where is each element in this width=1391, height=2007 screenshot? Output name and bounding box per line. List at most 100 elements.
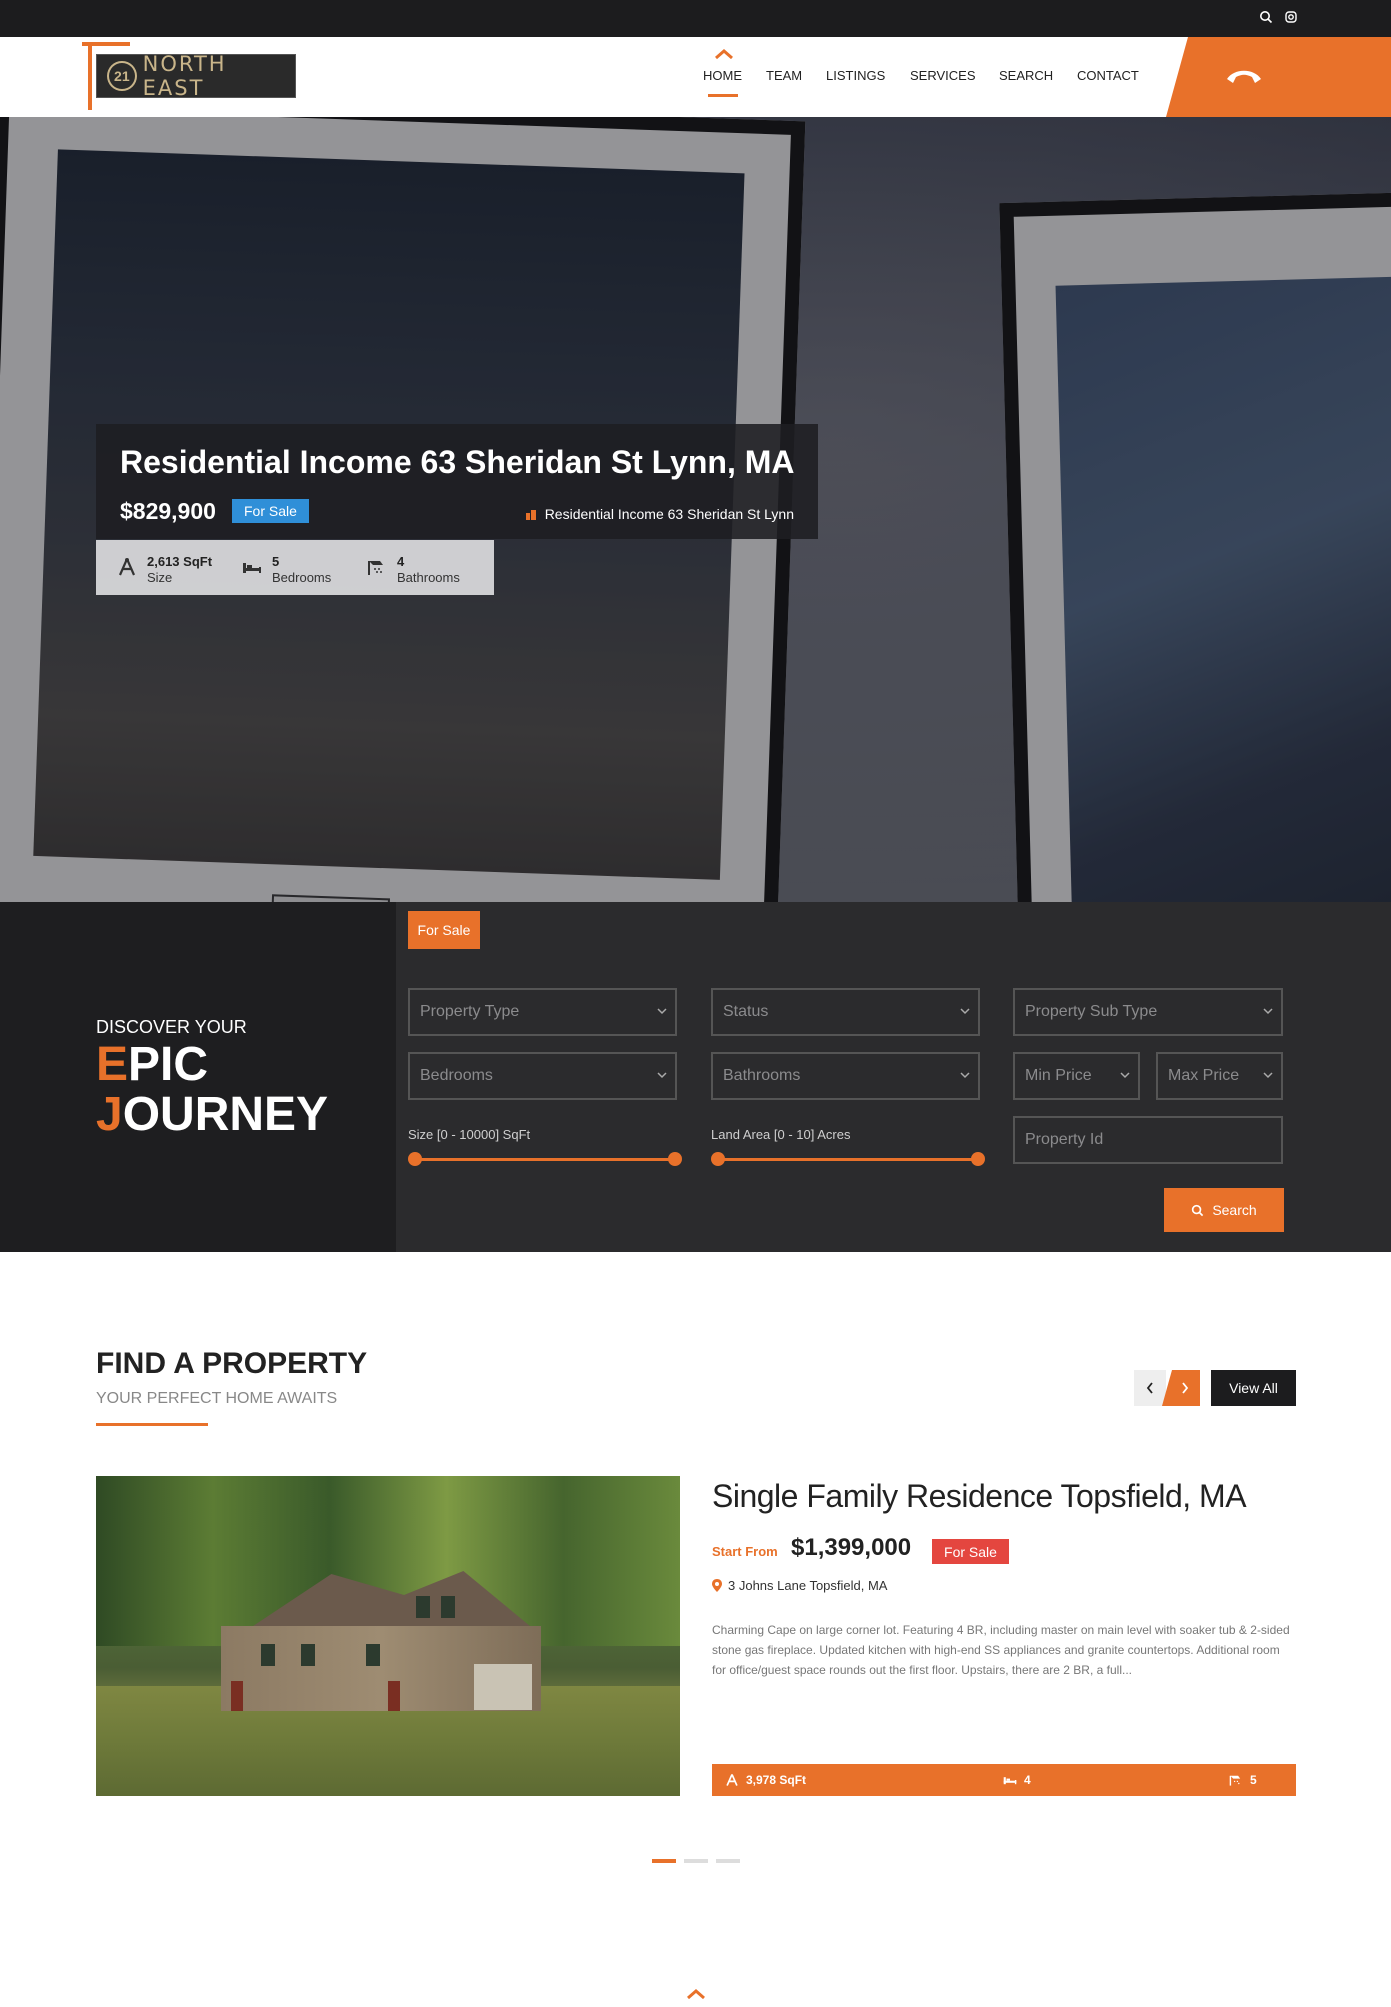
listing-stat-value: 3,978 SqFt bbox=[746, 1773, 807, 1787]
view-all-button[interactable]: View All bbox=[1211, 1370, 1296, 1406]
listing-stat-baths: 5 bbox=[1228, 1773, 1257, 1787]
listing-description: Charming Cape on large corner lot. Featu… bbox=[712, 1623, 1290, 1677]
chevron-up-icon bbox=[715, 49, 733, 60]
phone-button[interactable] bbox=[1166, 37, 1391, 117]
chevron-down-icon bbox=[657, 1072, 667, 1079]
listing-stat-value: 4 bbox=[1024, 1773, 1031, 1787]
listing-stat-beds: 4 bbox=[1002, 1773, 1031, 1787]
section-title: FIND A PROPERTY bbox=[96, 1347, 368, 1380]
carousel-dot[interactable] bbox=[684, 1859, 708, 1863]
select-value: Min Price bbox=[1025, 1067, 1092, 1084]
photo-window bbox=[261, 1644, 275, 1666]
chevron-right-icon bbox=[1182, 1382, 1189, 1394]
photo-window bbox=[301, 1644, 315, 1666]
size-range-track bbox=[415, 1158, 675, 1161]
search-button[interactable]: Search bbox=[1164, 1188, 1284, 1232]
carousel-dot[interactable] bbox=[652, 1859, 676, 1863]
building-icon bbox=[525, 509, 536, 520]
chevron-left-icon bbox=[1146, 1382, 1153, 1394]
input-placeholder: Property Id bbox=[1025, 1131, 1104, 1148]
headline-accent-letter: J bbox=[96, 1088, 123, 1141]
headline-word: OURNEY bbox=[122, 1088, 329, 1141]
listing-address-text: 3 Johns Lane Topsfield, MA bbox=[728, 1578, 888, 1593]
listing-stat-size: 3,978 SqFt bbox=[724, 1773, 806, 1787]
nav-services[interactable]: SERVICES bbox=[910, 68, 976, 83]
map-pin-icon bbox=[712, 1579, 722, 1592]
chevron-down-icon bbox=[1120, 1072, 1130, 1079]
search-icon bbox=[1192, 1204, 1204, 1216]
photo-window bbox=[366, 1644, 380, 1666]
carousel-prev-button[interactable] bbox=[1134, 1370, 1166, 1406]
carousel-next-button[interactable] bbox=[1162, 1370, 1200, 1406]
select-value: Property Type bbox=[420, 1003, 520, 1020]
chevron-down-icon bbox=[960, 1072, 970, 1079]
land-area-range-max-handle[interactable] bbox=[971, 1152, 985, 1166]
nav-team[interactable]: TEAM bbox=[766, 68, 802, 83]
property-sub-type-select[interactable]: Property Sub Type bbox=[1013, 988, 1283, 1036]
size-range-min-handle[interactable] bbox=[408, 1152, 422, 1166]
size-icon bbox=[118, 558, 136, 576]
tab-for-sale[interactable]: For Sale bbox=[408, 911, 480, 949]
section-subtitle: YOUR PERFECT HOME AWAITS bbox=[96, 1390, 338, 1407]
listing-stat-value: 5 bbox=[1250, 1773, 1257, 1787]
size-range-label: Size [0 - 10000] SqFt bbox=[408, 1127, 531, 1142]
stat-label: Bedrooms bbox=[272, 570, 332, 585]
instagram-icon[interactable] bbox=[1284, 10, 1300, 26]
chevron-down-icon bbox=[1263, 1008, 1273, 1015]
min-price-select[interactable]: Min Price bbox=[1013, 1052, 1140, 1100]
headline-word: PIC bbox=[128, 1038, 209, 1091]
bathrooms-select[interactable]: Bathrooms bbox=[711, 1052, 980, 1100]
nav-search[interactable]: SEARCH bbox=[999, 68, 1053, 83]
featured-listing-price: $829,900 bbox=[120, 498, 216, 524]
headline-accent-letter: E bbox=[96, 1038, 129, 1091]
size-range-max-handle[interactable] bbox=[668, 1152, 682, 1166]
photo-window bbox=[416, 1596, 430, 1618]
stat-size: 2,613 SqFt Size bbox=[96, 540, 221, 595]
search-tagline: DISCOVER YOUR bbox=[96, 1017, 247, 1037]
bed-icon bbox=[243, 563, 261, 573]
featured-listing-address: Residential Income 63 Sheridan St Lynn bbox=[525, 506, 794, 522]
photo-door bbox=[388, 1681, 400, 1711]
select-value: Bathrooms bbox=[723, 1067, 801, 1084]
stat-value: 4 bbox=[397, 554, 405, 569]
listing-price: $1,399,000 bbox=[791, 1534, 912, 1561]
status-badge: For Sale bbox=[232, 499, 309, 523]
select-value: Bedrooms bbox=[420, 1067, 493, 1084]
property-type-select[interactable]: Property Type bbox=[408, 988, 677, 1036]
stat-value: 5 bbox=[272, 554, 280, 569]
max-price-select[interactable]: Max Price bbox=[1156, 1052, 1283, 1100]
featured-listing-card[interactable]: Residential Income 63 Sheridan St Lynn, … bbox=[96, 424, 818, 539]
nav-contact[interactable]: CONTACT bbox=[1077, 68, 1139, 83]
search-icon[interactable] bbox=[1259, 10, 1275, 26]
property-id-input[interactable]: Property Id bbox=[1013, 1116, 1283, 1164]
chevron-down-icon bbox=[657, 1008, 667, 1015]
listing-title[interactable]: Single Family Residence Topsfield, MA bbox=[712, 1478, 1247, 1515]
stat-bathrooms: 4 Bathrooms bbox=[346, 540, 471, 595]
carousel-dot[interactable] bbox=[716, 1859, 740, 1863]
stat-bedrooms: 5 Bedrooms bbox=[221, 540, 346, 595]
search-button-label: Search bbox=[1212, 1202, 1257, 1218]
chevron-up-icon[interactable] bbox=[686, 1988, 706, 2000]
chevron-down-icon bbox=[960, 1008, 970, 1015]
featured-listing-stats: 2,613 SqFt Size 5 Bedrooms 4 Bathrooms bbox=[96, 540, 494, 595]
status-badge: For Sale bbox=[932, 1539, 1009, 1564]
photo-door bbox=[231, 1681, 243, 1711]
stat-label: Size bbox=[147, 570, 173, 585]
nav-active-indicator bbox=[708, 94, 738, 97]
select-value: Property Sub Type bbox=[1025, 1003, 1158, 1020]
size-icon bbox=[726, 1774, 738, 1786]
land-area-range-min-handle[interactable] bbox=[711, 1152, 725, 1166]
bath-icon bbox=[368, 561, 383, 575]
featured-listing-title[interactable]: Residential Income 63 Sheridan St Lynn, … bbox=[120, 444, 795, 481]
bedrooms-select[interactable]: Bedrooms bbox=[408, 1052, 677, 1100]
status-select[interactable]: Status bbox=[711, 988, 980, 1036]
stat-label: Bathrooms bbox=[397, 570, 460, 585]
nav-home[interactable]: HOME bbox=[703, 68, 742, 83]
bath-icon bbox=[1229, 1775, 1241, 1786]
photo-garage bbox=[474, 1664, 532, 1710]
search-headline: EPIC JOURNEY bbox=[96, 1040, 328, 1140]
listing-address: 3 Johns Lane Topsfield, MA bbox=[712, 1578, 887, 1593]
land-area-range-label: Land Area [0 - 10] Acres bbox=[711, 1127, 851, 1142]
property-photo[interactable] bbox=[96, 1476, 680, 1796]
nav-listings[interactable]: LISTINGS bbox=[826, 68, 885, 83]
